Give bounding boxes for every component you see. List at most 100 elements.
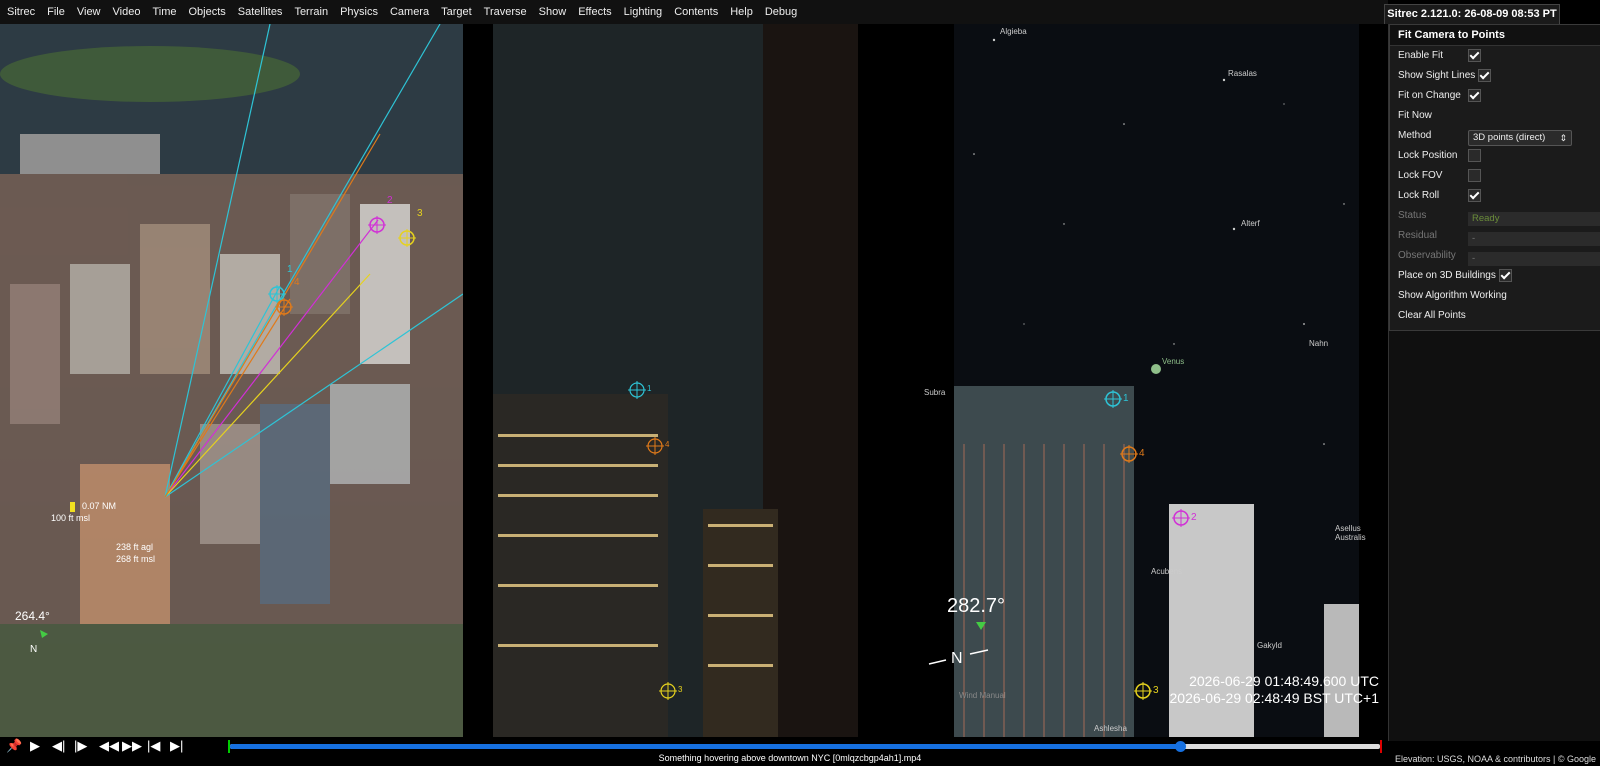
menu-traverse[interactable]: Traverse [478,0,533,24]
camera-agl: 238 ft agl [116,542,154,552]
show-sight-lines-label: Show Sight Lines [1398,70,1476,81]
pin-icon[interactable]: 📌 [6,739,22,753]
method-select[interactable]: 3D points (direct) [1468,130,1572,146]
sky-scene [928,24,1359,737]
lock-fov-label: Lock FOV [1398,170,1443,181]
menu-sitrec[interactable]: Sitrec [0,0,41,24]
lock-position-label: Lock Position [1398,150,1458,161]
fit-on-change-label: Fit on Change [1398,90,1461,101]
marker-2-label: 2 [387,195,393,206]
row-status: Status Ready [1390,206,1600,226]
compass-north: N [951,650,963,667]
star-asellus-australis: Asellus Australis [1335,524,1366,542]
fit-now-button[interactable]: Fit Now [1390,106,1600,126]
clear-points-button[interactable]: Clear All Points [1390,306,1600,326]
observability-label: Observability [1398,250,1456,261]
menu-physics[interactable]: Physics [334,0,384,24]
menu-objects[interactable]: Objects [183,0,232,24]
menu-file[interactable]: File [41,0,71,24]
timeline-end-marker [1380,740,1382,753]
marker-1-label: 1 [1123,393,1129,404]
menu-terrain[interactable]: Terrain [288,0,334,24]
menu-bar: Sitrec File View Video Time Objects Satellites… [0,0,1388,24]
fit-on-change-checkbox[interactable] [1468,89,1481,102]
star-rasalas: Rasalas [1228,69,1257,78]
rewind-icon[interactable]: ◀◀ [99,739,119,753]
observability-field: - [1468,252,1600,266]
row-lock-position: Lock Position [1390,146,1600,166]
skip-start-icon[interactable]: |◀ [147,739,160,753]
row-show-sight-lines: Show Sight Lines [1390,66,1600,86]
3d-view[interactable]: 1 4 2 3 0.07 NM 100 ft msl 238 ft agl 26… [0,24,463,737]
place-on-buildings-checkbox[interactable] [1499,269,1512,282]
residual-label: Residual [1398,230,1437,241]
row-lock-roll: Lock Roll [1390,186,1600,206]
marker-1-label: 1 [287,264,293,275]
row-fit-on-change: Fit on Change [1390,86,1600,106]
fit-camera-folder: Fit Camera to Points Enable Fit Show Sig… [1389,24,1600,331]
building-far [1324,604,1359,737]
lock-position-checkbox[interactable] [1468,149,1481,162]
timeline-progress [230,744,1180,749]
building-right [703,509,778,737]
menu-effects[interactable]: Effects [572,0,617,24]
show-sight-lines-checkbox[interactable] [1478,69,1491,82]
residual-field: - [1468,232,1600,246]
target-pin [70,502,75,512]
panel-title[interactable]: Fit Camera to Points [1390,25,1600,46]
star-acubens: Acubens [1151,567,1183,576]
marker-3-label: 3 [417,208,423,219]
building-left [493,394,668,737]
menu-lighting[interactable]: Lighting [618,0,669,24]
marker-4-label: 4 [294,277,300,288]
heading-readout: 264.4° [15,609,50,623]
lock-fov-checkbox[interactable] [1468,169,1481,182]
row-place-on-buildings: Place on 3D Buildings [1390,266,1600,286]
menu-camera[interactable]: Camera [384,0,435,24]
fit-camera-panel: Fit Camera to Points Enable Fit Show Sig… [1388,24,1600,741]
menu-view[interactable]: View [71,0,107,24]
venus-marker [1151,364,1161,374]
menu-target[interactable]: Target [435,0,478,24]
local-time: 2026-06-29 02:48:49 BST UTC+1 [1169,690,1380,706]
menu-debug[interactable]: Debug [759,0,803,24]
menu-help[interactable]: Help [724,0,759,24]
star-algieba: Algieba [1000,27,1027,36]
marker-1-label: 1 [647,384,652,393]
star-ashlesha: Ashlesha [1094,724,1127,733]
menu-show[interactable]: Show [533,0,573,24]
menu-video[interactable]: Video [107,0,147,24]
status-field: Ready [1468,212,1600,226]
method-label: Method [1398,130,1432,141]
step-forward-icon[interactable]: |▶ [74,739,87,753]
lock-roll-checkbox[interactable] [1468,189,1481,202]
star-alterf: Alterf [1241,219,1260,228]
status-label: Status [1398,210,1427,221]
attribution: Elevation: USGS, NOAA & contributors | ©… [1394,754,1596,764]
menu-satellites[interactable]: Satellites [232,0,289,24]
marker-4-label: 4 [665,440,670,449]
step-back-icon[interactable]: ◀| [52,739,65,753]
star-nahn: Nahn [1309,339,1329,348]
skip-end-icon[interactable]: ▶| [170,739,183,753]
timeline-scrubber[interactable] [1174,741,1186,752]
marker-4-label: 4 [1139,448,1145,459]
compass-line-left [928,659,947,665]
marker-2-label: 2 [1191,512,1197,523]
row-method: Method 3D points (direct) [1390,126,1600,146]
version-badge: Sitrec 2.121.0: 26-08-09 08:53 PT [1384,4,1560,24]
play-icon[interactable]: ▶ [30,739,40,753]
video-view[interactable]: 1 4 3 [463,24,924,737]
video-filename: Something hovering above downtown NYC [0… [658,753,922,763]
timeline-track[interactable] [228,740,1382,753]
menu-contents[interactable]: Contents [668,0,724,24]
compass-north: N [30,644,38,655]
camera-view[interactable]: Algieba Rasalas Alterf Nahn Venus Subra … [924,24,1389,737]
fast-forward-icon[interactable]: ▶▶ [122,739,142,753]
show-algorithm-button[interactable]: Show Algorithm Working [1390,286,1600,306]
enable-fit-checkbox[interactable] [1468,49,1481,62]
video-frame [493,24,924,737]
menu-time[interactable]: Time [146,0,182,24]
star-wind-manual: Wind Manual [959,691,1006,700]
place-on-buildings-label: Place on 3D Buildings [1398,270,1496,281]
